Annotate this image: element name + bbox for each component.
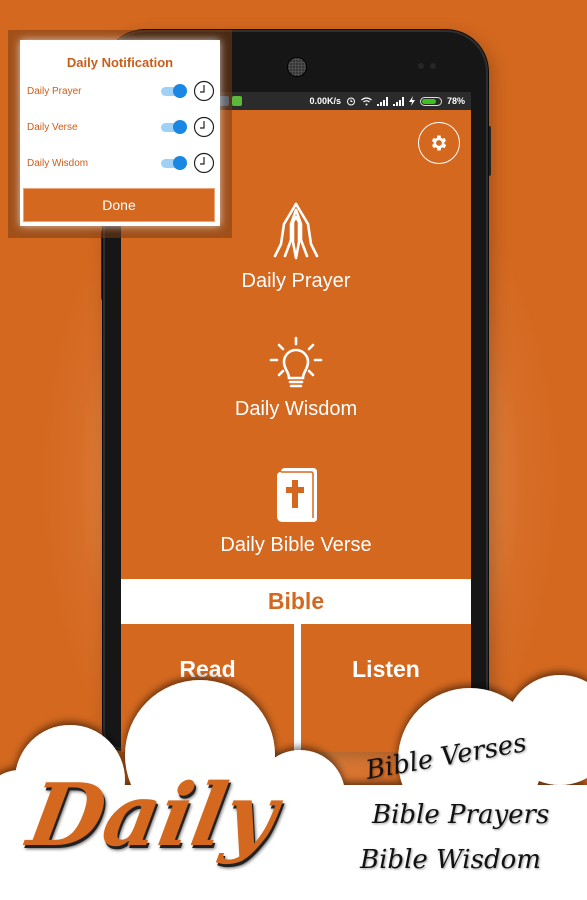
notification-toggle[interactable] [161, 84, 187, 98]
battery-level-fill [421, 98, 437, 104]
signal-icon [392, 96, 404, 106]
clock-icon[interactable] [193, 116, 215, 138]
settings-button[interactable] [418, 122, 460, 164]
promo-tagline: Bible Prayers [372, 800, 550, 830]
dialog-title: Daily Notification [66, 55, 174, 70]
charging-icon [408, 96, 415, 106]
notification-toggle[interactable] [161, 156, 187, 170]
promo-tagline: Bible Wisdom [360, 845, 541, 875]
phone-sensor [430, 63, 436, 69]
daily-notification-dialog: Daily Notification Daily Prayer Daily Ve… [20, 40, 220, 226]
notification-row-daily-prayer: Daily Prayer [20, 79, 220, 103]
notification-label: Daily Prayer [27, 85, 82, 97]
bible-header: Bible [121, 579, 471, 624]
gear-icon [431, 135, 447, 151]
done-button[interactable]: Done [23, 188, 215, 222]
battery-icon [419, 96, 442, 106]
notification-row-daily-verse: Daily Verse [20, 115, 220, 139]
notification-row-daily-wisdom: Daily Wisdom [20, 151, 220, 175]
notification-toggle[interactable] [161, 120, 187, 134]
alarm-icon [346, 97, 355, 106]
notification-label: Daily Verse [27, 121, 78, 133]
clock-icon[interactable] [193, 80, 215, 102]
phone-sensor [418, 63, 424, 69]
clock-icon[interactable] [193, 152, 215, 174]
notification-label: Daily Wisdom [27, 157, 89, 169]
menu-item-label: Daily Bible Verse [220, 534, 372, 556]
praying-hands-icon [273, 202, 319, 260]
android-icon [232, 96, 242, 106]
lightbulb-icon [269, 336, 323, 388]
menu-item-label: Daily Prayer [241, 270, 351, 292]
menu-item-label: Daily Wisdom [234, 398, 358, 420]
battery-percent: 78% [446, 96, 465, 106]
menu-item-daily-wisdom[interactable]: Daily Wisdom [121, 335, 471, 421]
wifi-icon [361, 96, 372, 105]
promo-headline: Daily [21, 765, 285, 866]
signal-icon [376, 96, 388, 106]
phone-speaker [288, 58, 306, 76]
menu-item-daily-bible-verse[interactable]: Daily Bible Verse [121, 466, 471, 557]
network-speed: 0.00K/s [309, 96, 341, 106]
bible-icon [277, 468, 317, 522]
